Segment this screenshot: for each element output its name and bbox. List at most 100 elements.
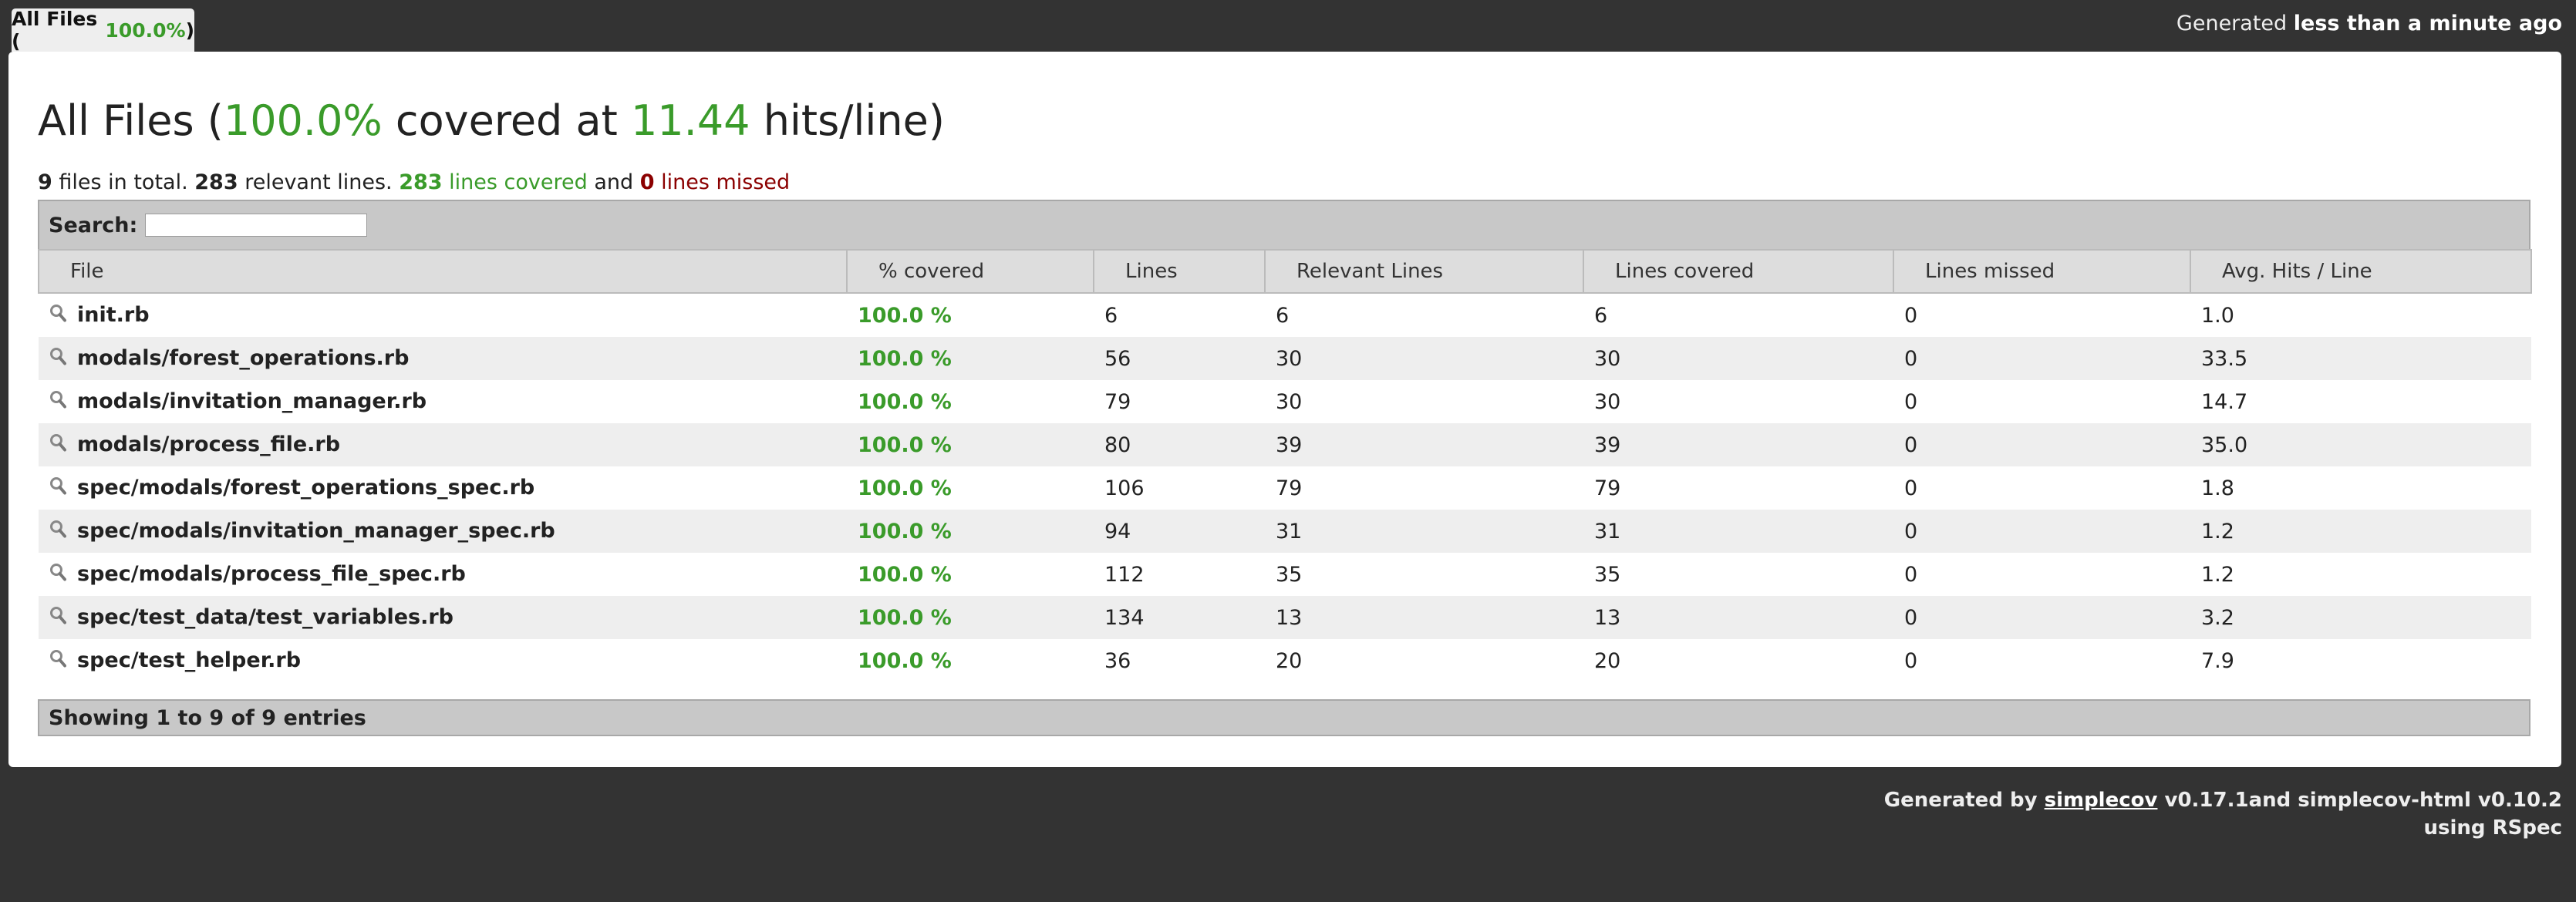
cell-avg-hits-line: 1.8	[2201, 476, 2234, 500]
file-cell: spec/modals/forest_operations_spec.rb	[39, 466, 847, 510]
cell-relevant-lines: 39	[1265, 423, 1583, 466]
column-header-relevant-lines[interactable]: Relevant Lines	[1264, 249, 1584, 294]
cell-relevant-lines: 30	[1265, 337, 1583, 380]
cell-lines: 56	[1094, 337, 1265, 380]
cell-lines: 80	[1094, 423, 1265, 466]
table-row: spec/modals/invitation_manager_spec.rb 10…	[39, 510, 2531, 553]
cell-covered: 100.0 %	[858, 303, 952, 328]
cell-relevant-lines: 13	[1265, 596, 1583, 639]
page-title: All Files (100.0% covered at 11.44 hits/…	[38, 96, 945, 145]
magnifier-icon[interactable]	[49, 649, 66, 673]
magnifier-icon[interactable]	[49, 563, 66, 587]
file-cell: spec/test_data/test_variables.rb	[39, 596, 847, 639]
cell-lines-covered: 39	[1583, 423, 1893, 466]
file-cell: modals/invitation_manager.rb	[39, 380, 847, 423]
cell-avg-hits-line: 1.2	[2190, 510, 2531, 553]
table-row: modals/invitation_manager.rb 100.0 % 79 30 3…	[39, 380, 2531, 423]
cell-lines: 36	[1104, 648, 1131, 673]
cell-relevant-lines: 6	[1276, 303, 1290, 328]
cell-covered: 100.0 %	[847, 423, 1094, 466]
cell-avg-hits-line: 7.9	[2201, 648, 2234, 673]
file-link[interactable]: modals/invitation_manager.rb	[77, 389, 427, 413]
magnifier-icon[interactable]	[49, 520, 66, 544]
cell-lines: 79	[1104, 389, 1131, 414]
file-link[interactable]: spec/modals/process_file_spec.rb	[77, 562, 466, 586]
cell-lines: 6	[1104, 303, 1118, 328]
column-header-file[interactable]: File	[38, 249, 848, 294]
cell-avg-hits-line: 33.5	[2190, 337, 2531, 380]
cell-relevant-lines: 20	[1276, 648, 1303, 673]
cell-lines-missed: 0	[1893, 423, 2190, 466]
file-cell: spec/modals/invitation_manager_spec.rb	[39, 510, 847, 553]
cell-lines-covered: 79	[1594, 476, 1621, 500]
table-row: modals/process_file.rb 100.0 % 80 39 39 0 35.0	[39, 423, 2531, 466]
tab-label-suffix: )	[185, 19, 194, 42]
cell-lines-missed: 0	[1893, 510, 2190, 553]
search-label: Search:	[49, 213, 138, 237]
column-header-avg-hits-line[interactable]: Avg. Hits / Line	[2190, 249, 2532, 294]
search-input[interactable]	[145, 214, 368, 237]
tab-label-pct: 100.0%	[105, 19, 186, 42]
table-row: spec/modals/forest_operations_spec.rb 100…	[39, 466, 2531, 510]
file-table-container: Search: File% covered Lines Relevant Lines…	[38, 200, 2532, 682]
file-cell: spec/modals/process_file_spec.rb	[39, 553, 847, 596]
table-header-row: File% covered Lines Relevant Lines Lines co…	[38, 249, 2532, 294]
cell-lines-missed: 0	[1904, 476, 1918, 500]
cell-covered: 100.0 %	[858, 562, 952, 587]
cell-lines-covered: 35	[1594, 562, 1621, 587]
cell-lines-covered: 30	[1594, 389, 1621, 414]
cell-avg-hits-line: 3.2	[2190, 596, 2531, 639]
cell-covered: 100.0 %	[847, 337, 1094, 380]
magnifier-icon[interactable]	[49, 347, 66, 371]
cell-lines: 106	[1104, 476, 1145, 500]
file-link[interactable]: init.rb	[77, 303, 150, 327]
file-cell: init.rb	[39, 293, 847, 337]
file-link[interactable]: spec/modals/invitation_manager_spec.rb	[77, 519, 555, 543]
magnifier-icon[interactable]	[49, 476, 66, 500]
cell-relevant-lines: 79	[1276, 476, 1303, 500]
cell-lines-missed: 0	[1904, 562, 1918, 587]
cell-lines-covered: 30	[1583, 337, 1893, 380]
tab-all-files[interactable]: All Files ( 100.0%)	[12, 8, 194, 52]
file-link[interactable]: spec/test_helper.rb	[77, 648, 301, 672]
cell-avg-hits-line: 35.0	[2190, 423, 2531, 466]
table-row: spec/test_helper.rb 100.0 % 36 20 20 0 7.9	[39, 639, 2531, 682]
cell-relevant-lines: 30	[1276, 389, 1303, 414]
cell-lines: 94	[1094, 510, 1265, 553]
magnifier-icon[interactable]	[49, 606, 66, 630]
column-header-lines-missed[interactable]: Lines missed	[1893, 249, 2191, 294]
column-header-lines-covered[interactable]: Lines covered	[1583, 249, 1894, 294]
file-link[interactable]: spec/test_data/test_variables.rb	[77, 605, 453, 629]
column-header-covered[interactable]: % covered	[846, 249, 1094, 294]
file-cell: modals/process_file.rb	[39, 423, 847, 466]
file-cell: spec/test_helper.rb	[39, 639, 847, 682]
cell-lines-missed: 0	[1904, 648, 1918, 673]
simplecov-link[interactable]: simplecov	[2045, 789, 2158, 812]
file-link[interactable]: modals/forest_operations.rb	[77, 346, 409, 370]
file-cell: modals/forest_operations.rb	[39, 337, 847, 380]
cell-lines-covered: 13	[1583, 596, 1893, 639]
magnifier-icon[interactable]	[49, 304, 66, 328]
file-link[interactable]: modals/process_file.rb	[77, 432, 340, 456]
coverage-summary: 9 files in total. 283 relevant lines. 28…	[38, 170, 791, 194]
cell-lines: 112	[1104, 562, 1145, 587]
column-header-lines[interactable]: Lines	[1093, 249, 1266, 294]
table-row: init.rb 100.0 % 6 6 6 0 1.0	[39, 293, 2531, 337]
generated-timestamp: Generated less than a minute ago	[2176, 12, 2562, 35]
cell-covered: 100.0 %	[858, 476, 952, 500]
cell-lines-covered: 6	[1594, 303, 1608, 328]
file-link[interactable]: spec/modals/forest_operations_spec.rb	[77, 476, 534, 500]
table-info: Showing 1 to 9 of 9 entries	[38, 699, 2530, 736]
table-row: spec/modals/process_file_spec.rb 100.0 % 1…	[39, 553, 2531, 596]
coverage-panel: All Files (100.0% covered at 11.44 hits/…	[8, 52, 2561, 767]
cell-covered: 100.0 %	[858, 648, 952, 673]
cell-covered: 100.0 %	[847, 596, 1094, 639]
cell-covered: 100.0 %	[847, 510, 1094, 553]
cell-covered: 100.0 %	[858, 389, 952, 414]
cell-lines: 134	[1094, 596, 1265, 639]
search-bar: Search:	[38, 200, 2530, 249]
table-body: init.rb 100.0 % 6 6 6 0 1.0 modals/forest_opera…	[39, 293, 2531, 682]
tab-label-prefix: All Files (	[12, 8, 98, 52]
magnifier-icon[interactable]	[49, 433, 66, 457]
magnifier-icon[interactable]	[49, 390, 66, 414]
